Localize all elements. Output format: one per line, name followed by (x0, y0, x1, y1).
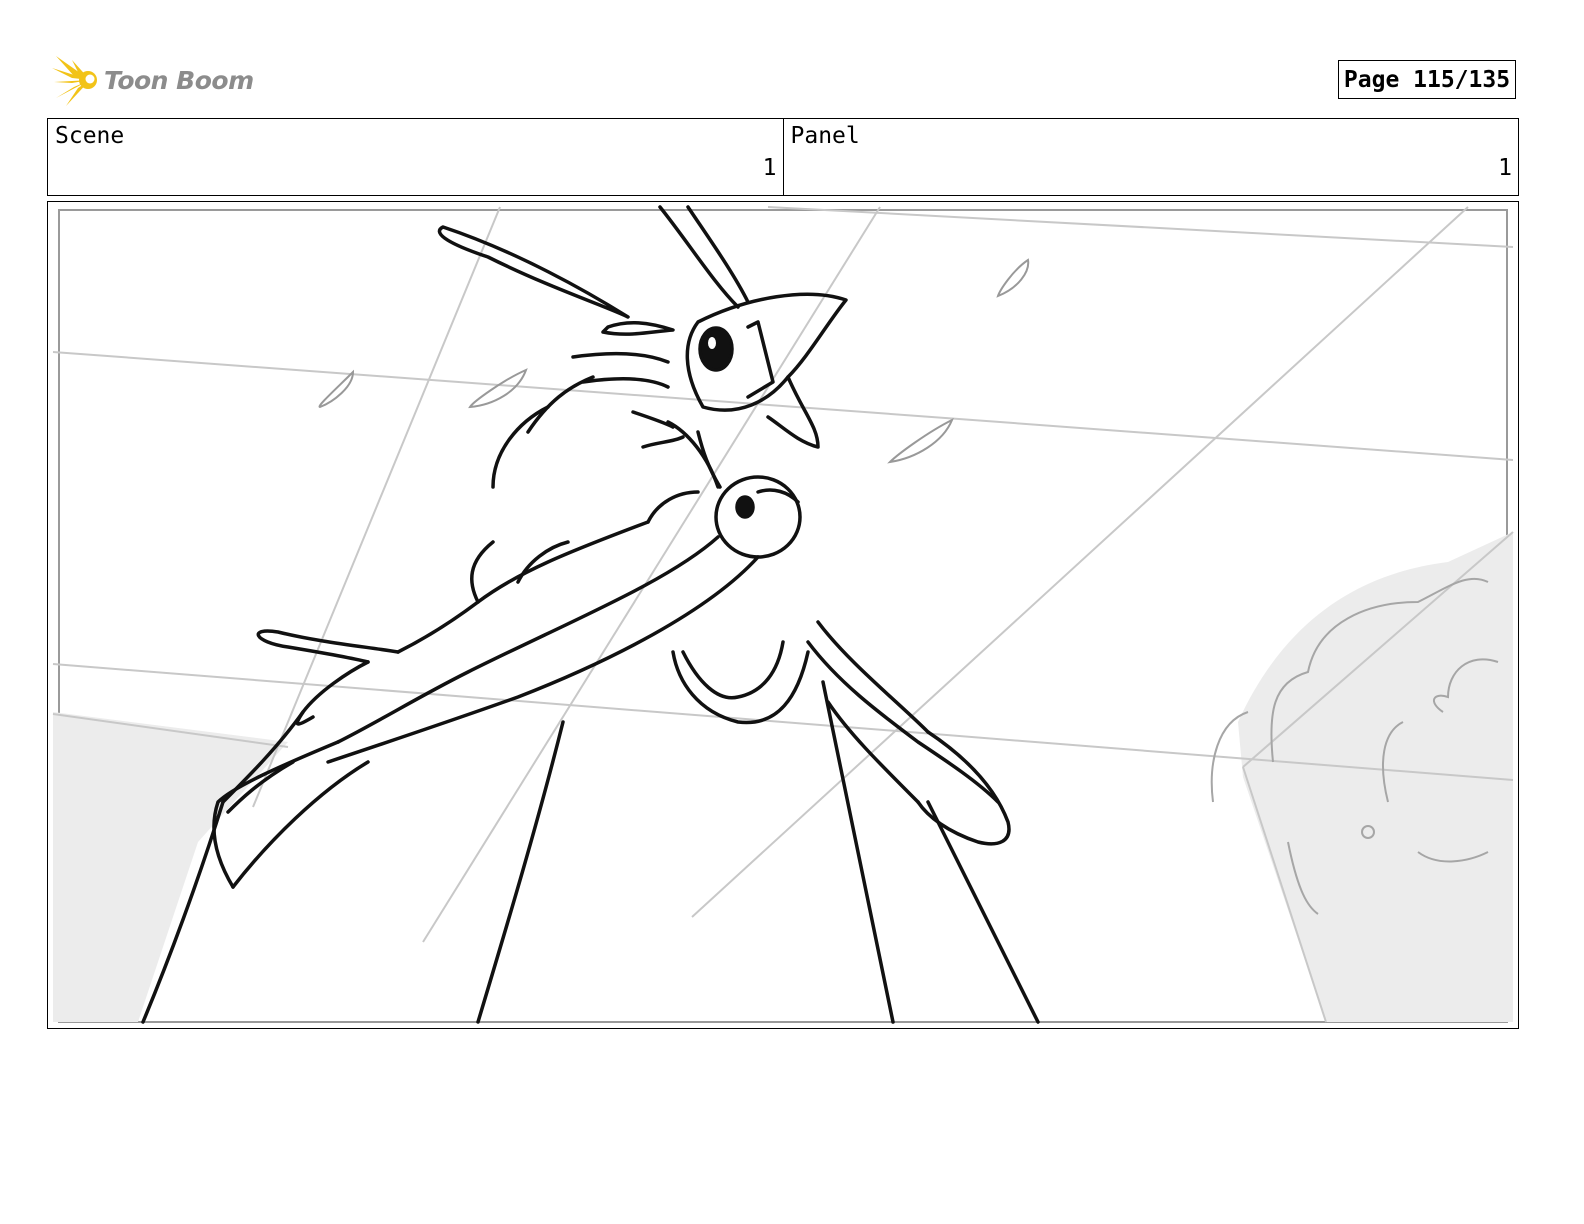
toon-boom-logo: Toon Boom (50, 54, 254, 108)
storyboard-drawing (52, 205, 1514, 1024)
panel-label: Panel (790, 123, 860, 149)
panel-number: 1 (1498, 155, 1512, 181)
left-shadow-shape (53, 712, 288, 1022)
scene-number: 1 (762, 155, 777, 181)
character-eye (698, 326, 734, 372)
scene-cell: Scene 1 (48, 119, 783, 195)
character-sketch (141, 205, 1040, 1024)
storyboard-frame (47, 201, 1519, 1029)
logo-text: Toon Boom (104, 66, 254, 95)
scene-panel-header: Scene 1 Panel 1 (47, 118, 1519, 196)
panel-cell: Panel 1 (782, 119, 1519, 195)
sun-burst-icon (52, 56, 97, 106)
floating-leaves (318, 258, 1030, 464)
scene-label: Scene (55, 123, 125, 149)
page-number: Page 115/135 (1338, 60, 1516, 99)
second-character-head (714, 475, 802, 559)
